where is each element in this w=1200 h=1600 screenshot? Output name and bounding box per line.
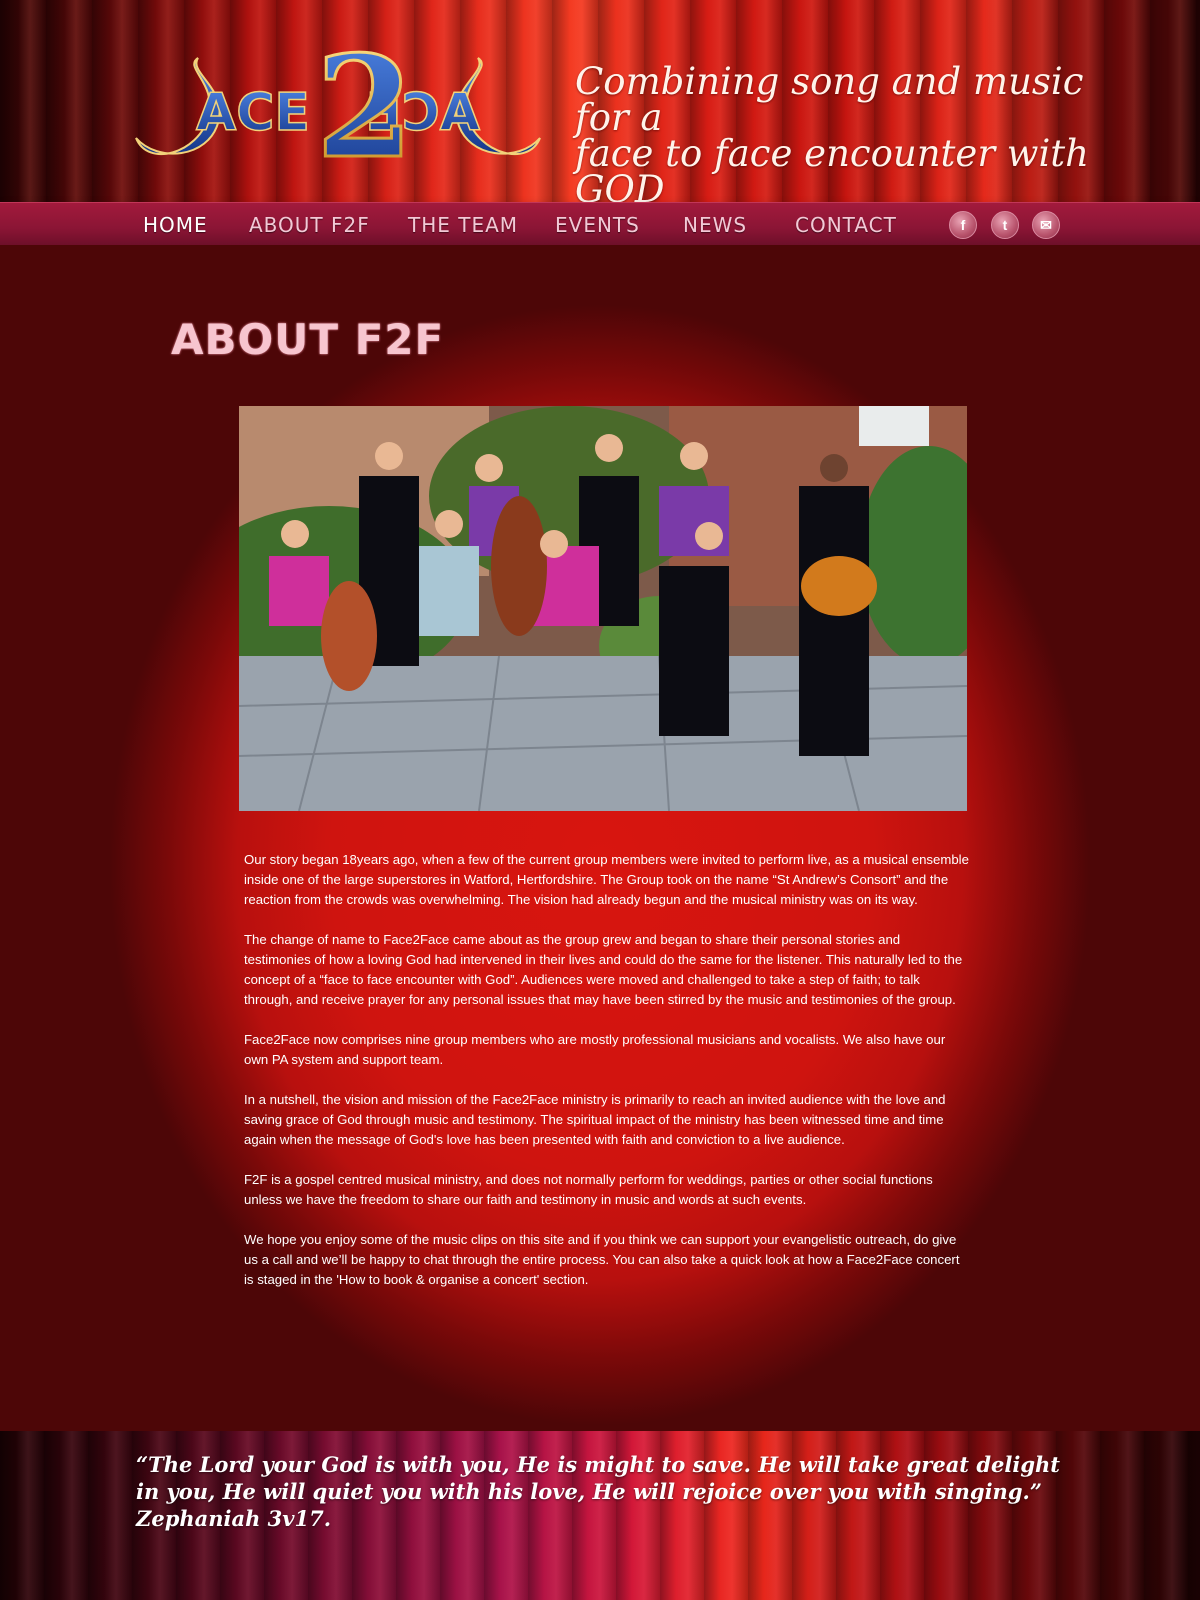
tagline-line-1: Combining song and music for a xyxy=(575,60,1084,139)
main-content: ABOUT F2F Our story began 18years ago, w… xyxy=(0,245,1200,1431)
nav-home[interactable]: HOME xyxy=(143,212,208,238)
svg-text:2: 2 xyxy=(316,28,413,173)
twitter-icon[interactable]: t xyxy=(991,211,1019,239)
scripture-quote: “The Lord your God is with you, He is mi… xyxy=(136,1452,1060,1531)
site-footer: “The Lord your God is with you, He is mi… xyxy=(0,1431,1200,1600)
header-tagline: Combining song and music for a face to f… xyxy=(575,60,1095,211)
paragraph-6: We hope you enjoy some of the music clip… xyxy=(244,1232,960,1287)
facebook-icon[interactable]: f xyxy=(949,211,977,239)
twitter-glyph: t xyxy=(1002,217,1008,233)
about-text: Our story began 18years ago, when a few … xyxy=(244,850,969,1310)
svg-text:ACE: ACE xyxy=(196,83,310,143)
group-photo xyxy=(239,406,967,811)
mail-glyph: ✉ xyxy=(1040,216,1052,233)
nav-contact[interactable]: CONTACT xyxy=(795,212,897,238)
nav-about-f2f[interactable]: ABOUT F2F xyxy=(249,212,370,238)
paragraph-4: In a nutshell, the vision and mission of… xyxy=(244,1092,946,1147)
main-navigation: HOME ABOUT F2F THE TEAM EVENTS NEWS CONT… xyxy=(0,202,1200,246)
nav-the-team[interactable]: THE TEAM xyxy=(408,212,518,238)
face2face-logo[interactable]: ACE ACE 2 xyxy=(128,25,548,192)
paragraph-3: Face2Face now comprises nine group membe… xyxy=(244,1032,946,1067)
facebook-glyph: f xyxy=(960,217,966,233)
nav-news[interactable]: NEWS xyxy=(683,212,747,238)
paragraph-2: The change of name to Face2Face came abo… xyxy=(244,932,963,1007)
paragraph-5: F2F is a gospel centred musical ministry… xyxy=(244,1172,933,1207)
nav-events[interactable]: EVENTS xyxy=(555,212,640,238)
site-header: ACE ACE 2 Combining song and music for a… xyxy=(0,0,1200,208)
tagline-line-2: face to face encounter with GOD xyxy=(575,132,1089,211)
mail-icon[interactable]: ✉ xyxy=(1032,211,1060,239)
paragraph-1: Our story began 18years ago, when a few … xyxy=(244,852,969,907)
page-title: ABOUT F2F xyxy=(171,315,445,364)
